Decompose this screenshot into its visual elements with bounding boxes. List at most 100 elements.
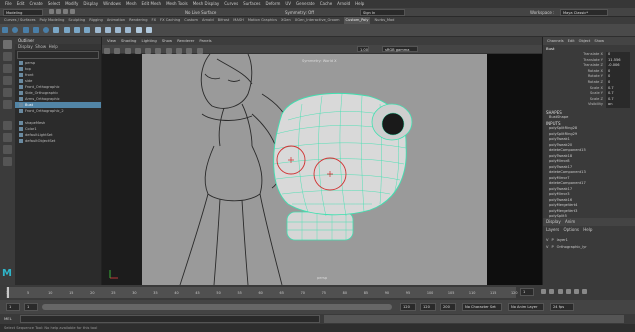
lasso-tool-icon[interactable] — [3, 52, 12, 61]
viewport-menu-lighting[interactable]: Lighting — [141, 37, 156, 45]
layer-menu-options[interactable]: Options — [564, 227, 579, 232]
shelf-tab[interactable]: MASH — [233, 17, 244, 24]
layer-name[interactable]: Orthographic_lyr — [557, 245, 587, 249]
menu-windows[interactable]: Windows — [103, 0, 121, 8]
shelf-tab[interactable]: XGen — [281, 17, 291, 24]
menu-mesh[interactable]: Mesh — [126, 0, 137, 8]
anim-end-field[interactable]: 120 — [420, 303, 436, 311]
layer-toggle-p[interactable]: P — [551, 245, 553, 249]
menu-edit[interactable]: Edit — [17, 0, 25, 8]
shelf-tab[interactable]: Curves / Surfaces — [4, 17, 36, 24]
symmetry-status[interactable]: Symmetry: Off — [285, 9, 330, 16]
character-set-dropdown[interactable]: No Character Set — [462, 303, 502, 311]
shelf-tab[interactable]: Arnold — [202, 17, 214, 24]
multicut-icon[interactable] — [94, 27, 101, 33]
merge-icon[interactable] — [84, 27, 91, 33]
menu-display[interactable]: Display — [83, 0, 98, 8]
mirror-icon[interactable] — [115, 27, 122, 33]
menu-select[interactable]: Select — [48, 0, 60, 8]
paint-select-icon[interactable] — [3, 64, 12, 73]
time-slider[interactable]: 1510152025303540455055606570758085909510… — [0, 285, 635, 300]
anim-start-field[interactable]: 1 — [6, 303, 20, 311]
current-frame-field[interactable]: 1 — [520, 288, 534, 296]
layer-name[interactable]: layer1 — [557, 238, 568, 242]
shelf-tab[interactable]: Nurbs_Mod — [374, 17, 394, 24]
plane-icon[interactable] — [32, 27, 39, 33]
bridge-icon[interactable] — [63, 27, 70, 33]
color-space-dropdown[interactable]: sRGB gamma — [382, 46, 418, 52]
target-weld-icon[interactable] — [104, 27, 111, 33]
viewport-menu-shading[interactable]: Shading — [121, 37, 136, 45]
layout-two-icon[interactable] — [3, 145, 12, 154]
channel-menu-object[interactable]: Object — [579, 39, 591, 43]
menu-file[interactable]: File — [5, 0, 12, 8]
range-end-field[interactable]: 200 — [440, 303, 456, 311]
menu-generate[interactable]: Generate — [296, 0, 315, 8]
menu-deform[interactable]: Deform — [265, 0, 280, 8]
tab-anim[interactable]: Anim — [565, 219, 575, 224]
menu-create[interactable]: Create — [29, 0, 42, 8]
outliner-menu-show[interactable]: Show — [35, 44, 46, 49]
menu-surfaces[interactable]: Surfaces — [243, 0, 260, 8]
move-tool-icon[interactable] — [3, 76, 12, 85]
display-layer-row[interactable]: V Player1 — [543, 237, 635, 244]
shelf-tab[interactable]: Custom_Poly — [343, 17, 371, 24]
shelf-tab[interactable]: FX Caching — [160, 17, 180, 24]
viewport-menu-renderer[interactable]: Renderer — [177, 37, 194, 45]
rotate-tool-icon[interactable] — [3, 88, 12, 97]
outliner-menu-help[interactable]: Help — [49, 44, 58, 49]
menu-arnold[interactable]: Arnold — [337, 0, 350, 8]
shelf-tab[interactable]: Rigging — [89, 17, 103, 24]
outliner-layout-icon[interactable] — [3, 157, 12, 166]
gamma-value-field[interactable]: 1.00 — [357, 46, 369, 52]
shelf-tab[interactable]: Motion Graphics — [248, 17, 277, 24]
shelf-tab[interactable]: Rendering — [129, 17, 147, 24]
viewport-menu-show[interactable]: Show — [162, 37, 172, 45]
go-end-icon[interactable] — [582, 289, 588, 294]
shelf-tab[interactable]: Sculpting — [68, 17, 85, 24]
tab-display[interactable]: Display — [546, 219, 561, 224]
menu-modify[interactable]: Modify — [65, 0, 78, 8]
layer-toggle-v[interactable]: V — [546, 245, 548, 249]
outliner-item[interactable]: defaultObjectSet — [15, 138, 101, 144]
select-tool-icon[interactable] — [3, 40, 12, 49]
menu-curves[interactable]: Curves — [224, 0, 238, 8]
menu-cache[interactable]: Cache — [320, 0, 332, 8]
fps-dropdown[interactable]: 24 fps — [550, 303, 574, 311]
bevel-icon[interactable] — [73, 27, 80, 33]
layer-toggle-v[interactable]: V — [546, 238, 548, 242]
layer-menu-layers[interactable]: Layers — [546, 227, 559, 232]
range-bar[interactable] — [42, 304, 392, 310]
menu-set-dropdown[interactable]: Modeling — [3, 9, 43, 16]
shelf-tab[interactable]: FX — [152, 17, 157, 24]
menu-mesh-tools[interactable]: Mesh Tools — [166, 0, 188, 8]
menu-uv[interactable]: UV — [285, 0, 291, 8]
current-time-marker[interactable] — [7, 287, 9, 298]
layer-menu-help[interactable]: Help — [583, 227, 592, 232]
combine-icon[interactable] — [135, 27, 142, 33]
sign-in-button[interactable]: Sign In — [360, 9, 405, 16]
step-back-icon[interactable] — [549, 289, 555, 294]
smooth-icon[interactable] — [125, 27, 132, 33]
display-layer-row[interactable]: V P Orthographic_lyr — [543, 244, 635, 251]
go-start-icon[interactable] — [541, 289, 546, 294]
cube-icon[interactable] — [2, 27, 8, 33]
viewport-menu-view[interactable]: View — [107, 37, 116, 45]
channel-row[interactable]: Visibility on — [543, 102, 635, 108]
shelf-tab[interactable]: Custom — [184, 17, 198, 24]
menu-edit-mesh[interactable]: Edit Mesh — [142, 0, 162, 8]
play-back-icon[interactable] — [557, 289, 563, 294]
play-forward-icon[interactable] — [565, 289, 571, 294]
separate-icon[interactable] — [145, 27, 152, 33]
scale-tool-icon[interactable] — [3, 100, 12, 109]
shelf-tab[interactable]: Animation — [107, 17, 125, 24]
channel-value[interactable]: on — [606, 102, 630, 108]
menu-help[interactable]: Help — [355, 0, 364, 8]
extrude-icon[interactable] — [53, 27, 60, 33]
shelf-tab[interactable]: XGen_Interactive_Groom — [295, 17, 340, 24]
step-forward-icon[interactable] — [574, 289, 580, 294]
channel-menu-channels[interactable]: Channels — [547, 39, 564, 43]
command-input[interactable] — [20, 315, 320, 323]
outliner-search-input[interactable] — [17, 51, 99, 59]
viewport-3d[interactable]: Symmetry: World X persp — [102, 54, 542, 285]
